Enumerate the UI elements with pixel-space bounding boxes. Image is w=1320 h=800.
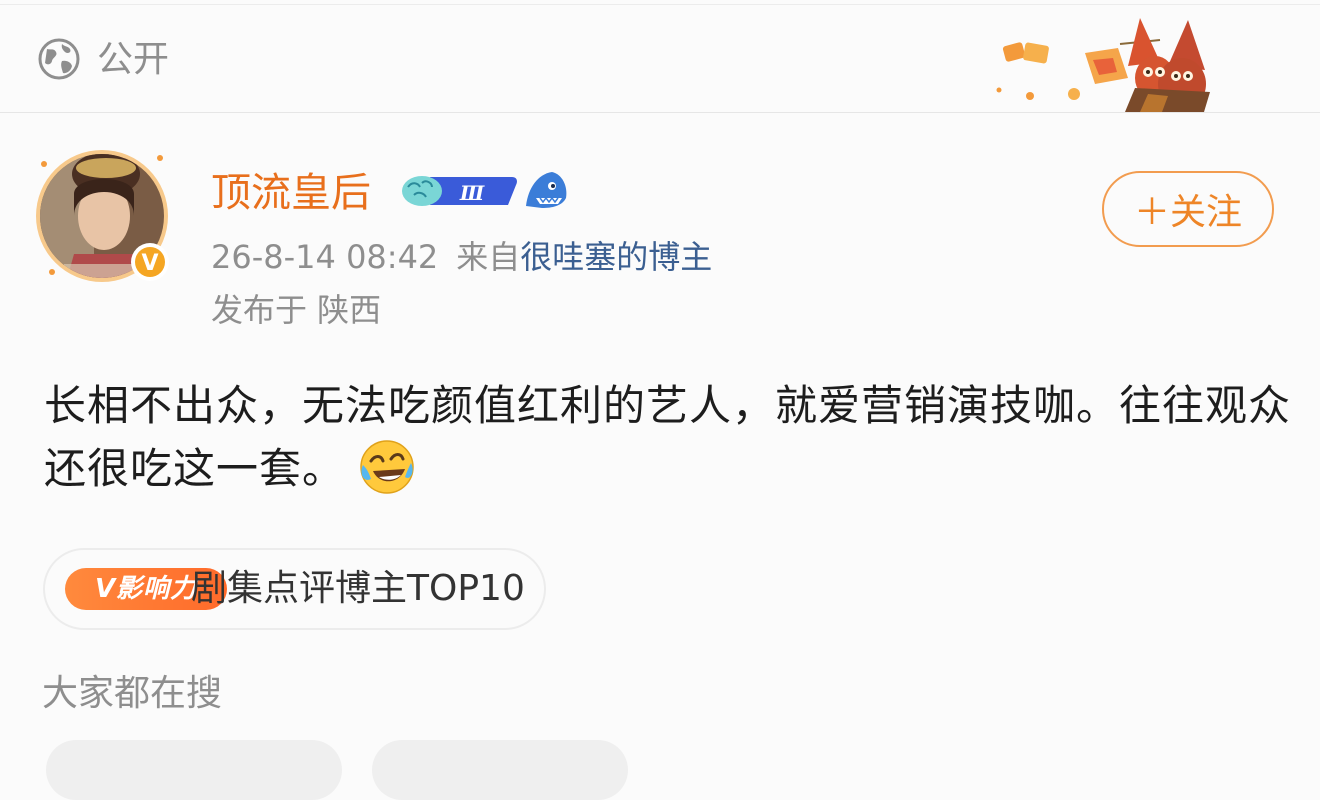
- autumn-decoration: [996, 18, 1210, 112]
- level-badge-text: Ⅲ: [459, 181, 485, 205]
- influence-label: 剧集点评博主TOP10: [191, 568, 525, 609]
- verified-badge: V: [141, 251, 158, 276]
- author-name[interactable]: 顶流皇后: [211, 167, 371, 219]
- search-chip[interactable]: [372, 740, 628, 800]
- post-time: 26-8-14 08:42: [211, 238, 439, 276]
- post-meta: 26-8-14 08:42 来自很哇塞的博主: [211, 236, 712, 278]
- source-link[interactable]: 很哇塞的博主: [520, 238, 712, 276]
- post-text: 长相不出众，无法吃颜值红利的艺人，就爱营销演技咖。往往观众还很吃这一套。: [44, 381, 1292, 493]
- trending-search-title: 大家都在搜: [42, 673, 223, 714]
- post-location: 发布于 陕西: [211, 291, 382, 329]
- shark-icon: [526, 172, 567, 208]
- source-prefix: 来自: [456, 238, 521, 276]
- follow-button[interactable]: ＋关注: [1102, 171, 1274, 247]
- fan-level-badge[interactable]: Ⅲ: [400, 171, 518, 211]
- influence-tag[interactable]: V影响力 剧集点评博主TOP10: [43, 548, 546, 630]
- laughing-crying-emoji: [360, 440, 414, 494]
- post-body: 长相不出众，无法吃颜值红利的艺人，就爱营销演技咖。往往观众还很吃这一套。: [44, 374, 1294, 500]
- avatar[interactable]: V: [34, 144, 172, 290]
- search-chip[interactable]: [46, 740, 342, 800]
- globe-icon: [38, 38, 80, 80]
- visibility-label[interactable]: 公开: [97, 37, 169, 83]
- section-divider: [0, 112, 1320, 113]
